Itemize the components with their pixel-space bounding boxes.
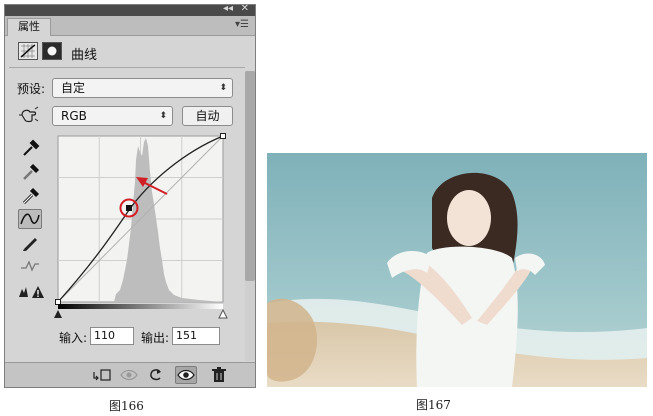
curves-adjust-icon[interactable] (18, 42, 38, 60)
panel-scrollbar[interactable] (245, 71, 255, 361)
black-point-slider[interactable] (54, 310, 62, 318)
panel-bottom-toolbar (5, 362, 255, 387)
curves-graph[interactable] (54, 132, 234, 321)
view-previous-icon[interactable] (118, 366, 140, 384)
clipping-warning-icon[interactable] (18, 281, 44, 301)
curve-endpoint-white[interactable] (220, 133, 226, 139)
panel-menu-icon[interactable]: ▾☰ (235, 19, 249, 30)
curve-control-point[interactable] (126, 205, 132, 211)
preset-label: 预设: (17, 82, 46, 96)
panel-title: 曲线 (71, 48, 98, 63)
figure-caption-right: 图167 (416, 398, 451, 412)
channel-select-value: RGB (61, 109, 87, 123)
properties-panel: ◂◂ ✕ 属性 ▾☰ 曲线 预设: 自定 ⬍ RGB ⬍ 自动 输入: 110 … (4, 3, 256, 388)
white-eyedropper-icon[interactable] (18, 186, 42, 206)
collapse-icon[interactable]: ◂◂ (223, 3, 233, 15)
output-label: 输出: (141, 331, 170, 345)
clip-to-layer-icon[interactable] (91, 366, 113, 384)
pencil-icon[interactable] (18, 233, 42, 253)
gray-eyedropper-icon[interactable] (18, 162, 42, 182)
panel-tab-row: 属性 ▾☰ (5, 16, 255, 36)
smooth-icon[interactable] (18, 256, 42, 276)
trash-icon[interactable] (208, 366, 230, 384)
reset-icon[interactable] (145, 366, 167, 384)
mask-icon[interactable] (42, 42, 62, 60)
output-value-field[interactable]: 151 (172, 327, 220, 345)
updown-arrows-icon: ⬍ (219, 83, 227, 93)
channel-select[interactable]: RGB ⬍ (52, 106, 173, 126)
input-label: 输入: (59, 331, 88, 345)
tab-properties[interactable]: 属性 (7, 18, 51, 36)
result-photo (267, 153, 647, 387)
panel-title-bar: ◂◂ ✕ (5, 3, 255, 16)
preset-select-value: 自定 (61, 81, 86, 95)
scrollbar-thumb[interactable] (245, 71, 255, 281)
figure-caption-left: 图166 (109, 399, 144, 413)
auto-button[interactable]: 自动 (182, 106, 233, 126)
curve-edit-icon[interactable] (18, 209, 42, 229)
preset-select[interactable]: 自定 ⬍ (52, 78, 233, 98)
tonal-gradient-bar (58, 304, 223, 309)
curve-endpoint-black[interactable] (55, 299, 61, 305)
close-icon[interactable]: ✕ (241, 3, 249, 15)
on-image-adjust-icon[interactable] (18, 106, 39, 124)
updown-arrows-icon: ⬍ (159, 111, 167, 121)
divider (9, 67, 245, 68)
visibility-eye-icon[interactable] (175, 366, 197, 384)
black-eyedropper-icon[interactable] (18, 138, 42, 158)
input-value-field[interactable]: 110 (90, 327, 134, 345)
white-point-slider[interactable] (218, 308, 228, 319)
